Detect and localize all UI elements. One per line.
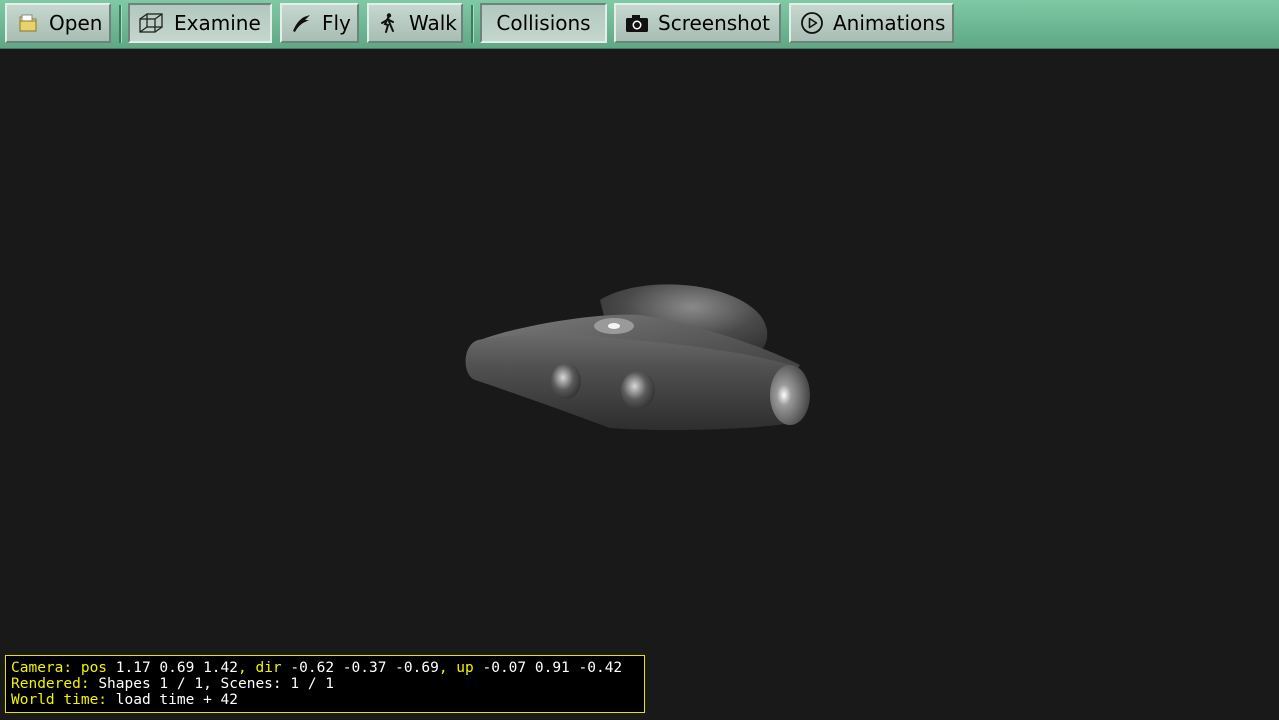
screenshot-button[interactable]: Screenshot [614,3,781,43]
cube-wireframe-icon [138,10,164,36]
rendered-label: Rendered: [11,676,90,692]
world-time-label: World time: [11,692,108,708]
collisions-button-label: Collisions [496,11,591,35]
camera-pos-value: 1.17 0.69 1.42 [115,660,238,676]
walk-button-label: Walk [409,11,457,35]
animations-button-label: Animations [833,11,946,35]
world-time-line: World time: load time + 42 [11,692,644,708]
world-time-value: load time + 42 [115,692,238,708]
camera-line: Camera: pos 1.17 0.69 1.42, dir -0.62 -0… [11,660,623,676]
rendered-line: Rendered: Shapes 1 / 1, Scenes: 1 / 1 [11,676,644,692]
animations-button[interactable]: Animations [789,3,954,43]
camera-dir-value: -0.62 -0.37 -0.69 [290,660,439,676]
rendered-value: Shapes 1 / 1, Scenes: 1 / 1 [98,676,335,692]
folder-icon [15,10,41,36]
toolbar: Open Examine Fly Walk Collisions Screens… [0,0,1279,49]
fly-button-label: Fly [322,11,351,35]
open-button-label: Open [49,11,103,35]
bracket-model [465,284,810,430]
open-button[interactable]: Open [5,3,111,43]
dir-label: dir [255,660,282,676]
examine-button[interactable]: Examine [128,3,272,43]
examine-button-label: Examine [174,11,261,35]
camera-icon [624,10,650,36]
play-circle-icon [799,10,825,36]
status-overlay: Camera: pos 1.17 0.69 1.42, dir -0.62 -0… [5,655,645,713]
up-label: up [456,660,474,676]
3d-viewport[interactable] [0,50,1279,716]
camera-label: Camera: [11,660,73,676]
collisions-button[interactable]: Collisions [480,3,607,43]
fly-button[interactable]: Fly [280,3,359,43]
walk-button[interactable]: Walk [367,3,463,43]
camera-up-value: -0.07 0.91 -0.42 [482,660,623,676]
walking-person-icon [375,10,401,36]
toolbar-separator [471,5,474,43]
screenshot-button-label: Screenshot [658,11,770,35]
pos-label: pos [80,660,108,676]
toolbar-separator [119,5,122,43]
bird-icon [288,10,314,36]
